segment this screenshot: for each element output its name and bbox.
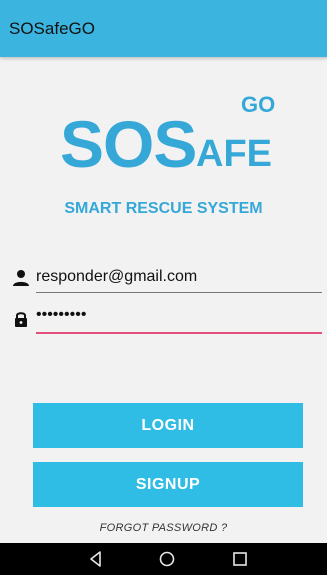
system-nav-bar <box>0 543 327 575</box>
password-field[interactable]: ••••••••• <box>12 306 322 334</box>
app-bar: SOSafeGO <box>0 0 327 57</box>
logo-sos-text: SOS <box>60 107 197 181</box>
logo-tagline: SMART RESCUE SYSTEM <box>64 200 263 217</box>
app-title: SOSafeGO <box>9 19 95 38</box>
email-underline <box>36 292 322 293</box>
forgot-password-link[interactable]: FORGOT PASSWORD ? <box>0 522 327 534</box>
login-button[interactable]: LOGIN <box>33 403 303 448</box>
person-icon <box>12 269 30 287</box>
lock-icon <box>12 310 30 328</box>
signup-button[interactable]: SIGNUP <box>33 462 303 507</box>
logo: GO SOS AFE SMART RESCUE SYSTEM <box>0 80 327 230</box>
home-icon[interactable] <box>157 549 177 569</box>
back-icon[interactable] <box>86 549 106 569</box>
email-field[interactable]: responder@gmail.com <box>12 265 322 293</box>
password-underline <box>36 332 322 334</box>
password-value[interactable]: ••••••••• <box>36 306 86 324</box>
email-value[interactable]: responder@gmail.com <box>36 268 197 286</box>
logo-go-text: GO <box>241 92 276 117</box>
recents-icon[interactable] <box>230 549 250 569</box>
logo-afe-text: AFE <box>196 133 272 175</box>
